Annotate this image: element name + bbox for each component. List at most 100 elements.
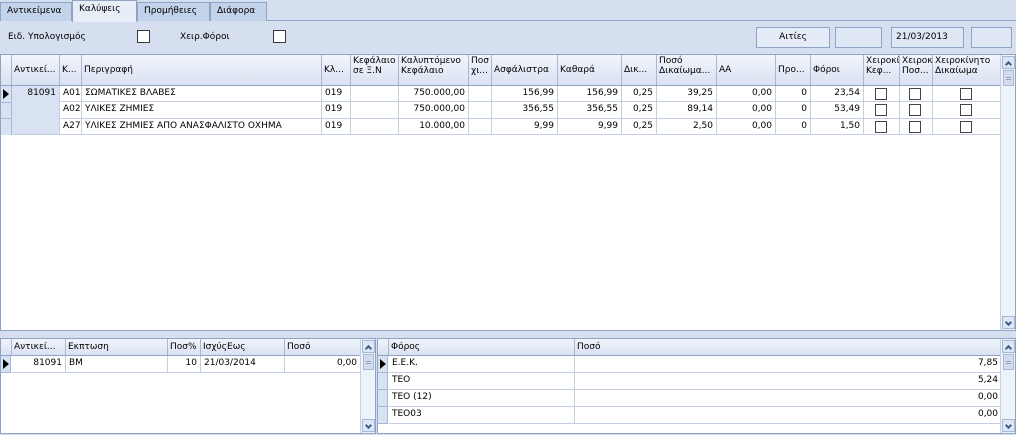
net-cell[interactable]: 9,99	[558, 119, 622, 135]
header-aa[interactable]: ΑΑ	[717, 55, 776, 85]
premium-cell[interactable]: 9,99	[492, 119, 558, 135]
net-cell[interactable]: 356,55	[558, 102, 622, 119]
header-pos-xi[interactable]: Ποσ χι...	[469, 55, 492, 85]
header-manual-fee[interactable]: Χειροκίνητο Δικαίωμα	[933, 55, 1001, 85]
manual-tax-checkbox[interactable]	[273, 30, 286, 43]
manual-fee-checkbox[interactable]	[960, 88, 972, 100]
covered-capital-cell[interactable]: 750.000,00	[399, 86, 469, 102]
row-selector[interactable]	[378, 356, 388, 373]
row-selector[interactable]	[378, 373, 388, 390]
table-row[interactable]: A27 ΥΛΙΚΕΣ ΖΗΜΙΕΣ ΑΠΟ ΑΝΑΣΦΑΛΙΣΤΟ ΟΧΗΜΑ …	[1, 119, 1015, 135]
pos-xi-cell[interactable]	[469, 102, 492, 119]
date-field[interactable]: 21/03/2013	[891, 27, 964, 48]
table-row[interactable]: ΤΕΟ03 0,00	[378, 407, 1015, 424]
object-cell[interactable]: 81091	[12, 356, 66, 373]
header-description[interactable]: Περιγραφή	[82, 55, 322, 85]
pro-cell[interactable]: 0	[776, 102, 811, 119]
header-net[interactable]: Καθαρά	[558, 55, 622, 85]
table-row[interactable]: 81091 ΒΜ 10 21/03/2014 0,00	[1, 356, 375, 373]
header-pct[interactable]: Ποσ%	[168, 339, 201, 355]
amount-cell[interactable]: 7,85	[575, 356, 1002, 373]
header-rate[interactable]: Δικ...	[622, 55, 657, 85]
header-taxes[interactable]: Φόροι	[811, 55, 864, 85]
tax-cell[interactable]: ΤΕΟ	[389, 373, 575, 390]
scroll-down-button[interactable]	[362, 419, 375, 432]
code-cell[interactable]: A27	[60, 119, 82, 135]
description-cell[interactable]: ΣΩΜΑΤΙΚΕΣ ΒΛΑΒΕΣ	[82, 86, 322, 102]
pos-xi-cell[interactable]	[469, 86, 492, 102]
scroll-up-button[interactable]	[1002, 340, 1015, 353]
amount-cell[interactable]: 5,24	[575, 373, 1002, 390]
valid-until-cell[interactable]: 21/03/2014	[201, 356, 285, 373]
manual-amount-checkbox[interactable]	[909, 88, 921, 100]
scroll-thumb[interactable]	[1003, 354, 1014, 370]
code-cell[interactable]: A02	[60, 102, 82, 119]
header-class[interactable]: Κλ...	[322, 55, 351, 85]
discount-grid-scrollbar[interactable]	[360, 339, 375, 433]
pro-cell[interactable]: 0	[776, 86, 811, 102]
amount-cell[interactable]: 0,00	[285, 356, 361, 373]
tax-cell[interactable]: ΤΕΟ (12)	[389, 390, 575, 407]
coverage-grid-scrollbar[interactable]	[1000, 55, 1015, 330]
tab-misc[interactable]: Διάφορα	[210, 2, 267, 21]
row-selector[interactable]	[378, 390, 388, 407]
scroll-thumb[interactable]	[1003, 70, 1014, 86]
premium-cell[interactable]: 356,55	[492, 102, 558, 119]
tax-cell[interactable]: ΤΕΟ03	[389, 407, 575, 424]
manual-fee-checkbox[interactable]	[960, 121, 972, 133]
code-cell[interactable]: A01	[60, 86, 82, 102]
fee-cell[interactable]: 2,50	[657, 119, 717, 135]
table-row[interactable]: Ε.Ε.Κ. 7,85	[378, 356, 1015, 373]
header-amount[interactable]: Ποσό	[575, 339, 1002, 355]
manual-fee-checkbox[interactable]	[960, 104, 972, 116]
header-tax[interactable]: Φόρος	[389, 339, 575, 355]
covered-capital-cell[interactable]: 750.000,00	[399, 102, 469, 119]
header-object[interactable]: Αντικεί...	[12, 55, 60, 85]
rate-cell[interactable]: 0,25	[622, 86, 657, 102]
premium-cell[interactable]: 156,99	[492, 86, 558, 102]
aa-cell[interactable]: 0,00	[717, 119, 776, 135]
class-cell[interactable]: 019	[322, 119, 351, 135]
taxes-cell[interactable]: 23,54	[811, 86, 864, 102]
capital-fx-cell[interactable]	[351, 86, 399, 102]
blank-field-2[interactable]	[971, 27, 1012, 48]
tab-commissions[interactable]: Προμήθειες	[137, 2, 210, 21]
header-object[interactable]: Αντικεί...	[12, 339, 66, 355]
header-manual-amount[interactable]: Χειροκί Ποσ...	[900, 55, 933, 85]
class-cell[interactable]: 019	[322, 86, 351, 102]
description-cell[interactable]: ΥΛΙΚΕΣ ΖΗΜΙΕΣ ΑΠΟ ΑΝΑΣΦΑΛΙΣΤΟ ΟΧΗΜΑ	[82, 119, 322, 135]
tax-grid-scrollbar[interactable]	[1000, 339, 1015, 433]
table-row[interactable]: ΤΕΟ (12) 0,00	[378, 390, 1015, 407]
fee-cell[interactable]: 39,25	[657, 86, 717, 102]
row-selector[interactable]	[1, 356, 11, 373]
amount-cell[interactable]: 0,00	[575, 390, 1002, 407]
manual-capital-checkbox[interactable]	[875, 88, 887, 100]
manual-amount-checkbox[interactable]	[909, 121, 921, 133]
fee-cell[interactable]: 89,14	[657, 102, 717, 119]
manual-amount-checkbox[interactable]	[909, 104, 921, 116]
discount-cell[interactable]: ΒΜ	[66, 356, 168, 373]
rate-cell[interactable]: 0,25	[622, 119, 657, 135]
header-capital-fx[interactable]: Κεφάλαιο σε Ξ.Ν	[351, 55, 399, 85]
tab-coverages[interactable]: Καλύψεις	[72, 0, 137, 22]
scroll-down-button[interactable]	[1002, 419, 1015, 432]
blank-field-1[interactable]	[835, 27, 882, 48]
pro-cell[interactable]: 0	[776, 119, 811, 135]
header-valid-until[interactable]: ΙσχύςΕως	[201, 339, 285, 355]
header-manual-capital[interactable]: Χειροκί Κεφ...	[864, 55, 900, 85]
aities-button[interactable]: Αιτίες	[756, 27, 830, 48]
header-premium[interactable]: Ασφάλιστρα	[492, 55, 558, 85]
scroll-up-button[interactable]	[362, 340, 375, 353]
header-covered-capital[interactable]: Καλυπτόμενο Κεφάλαιο	[399, 55, 469, 85]
aa-cell[interactable]: 0,00	[717, 86, 776, 102]
capital-fx-cell[interactable]	[351, 102, 399, 119]
net-cell[interactable]: 156,99	[558, 86, 622, 102]
aa-cell[interactable]: 0,00	[717, 102, 776, 119]
pos-xi-cell[interactable]	[469, 119, 492, 135]
tax-cell[interactable]: Ε.Ε.Κ.	[389, 356, 575, 373]
taxes-cell[interactable]: 1,50	[811, 119, 864, 135]
table-row[interactable]: A01 ΣΩΜΑΤΙΚΕΣ ΒΛΑΒΕΣ 019 750.000,00 156,…	[1, 86, 1015, 102]
capital-fx-cell[interactable]	[351, 119, 399, 135]
class-cell[interactable]: 019	[322, 102, 351, 119]
scroll-down-button[interactable]	[1002, 316, 1015, 329]
